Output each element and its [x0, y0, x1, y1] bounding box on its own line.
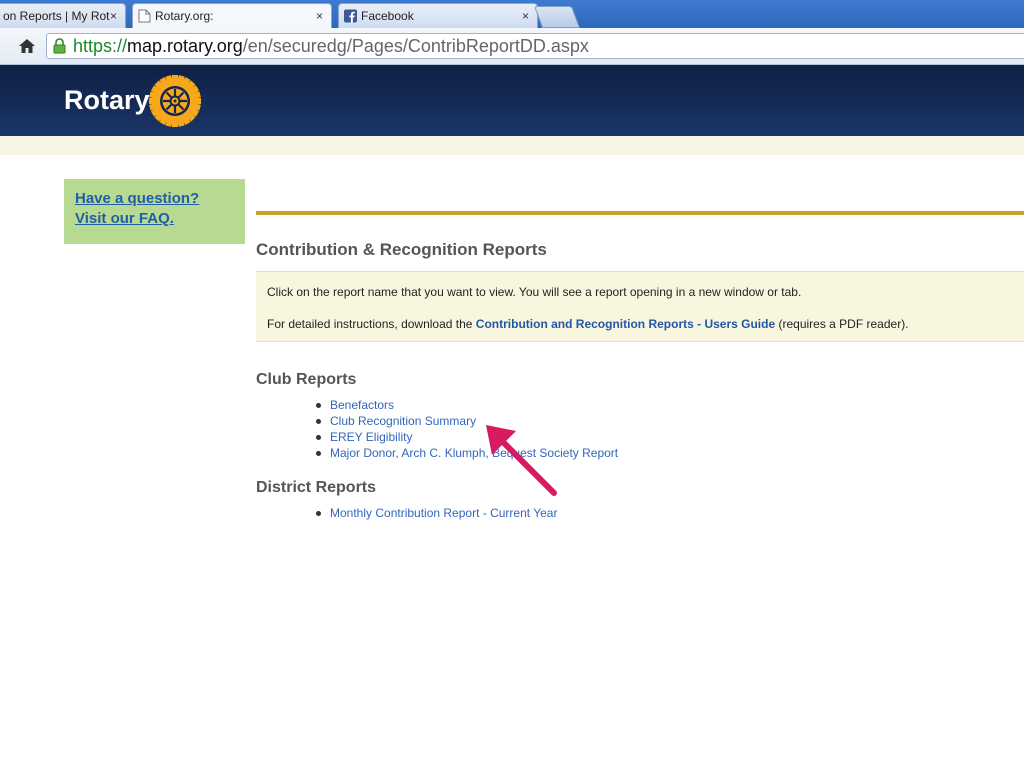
facebook-icon — [344, 9, 357, 23]
erey-eligibility-link[interactable]: EREY Eligibility — [330, 430, 412, 444]
tab-close-icon[interactable]: × — [522, 4, 529, 28]
url-scheme: https:// — [73, 36, 128, 56]
url-text: https://map.rotary.org/en/securedg/Pages… — [73, 35, 589, 57]
page-icon — [138, 9, 151, 23]
major-donor-report-link[interactable]: Major Donor, Arch C. Klumph, Bequest Soc… — [330, 446, 618, 460]
rotary-wheel-icon[interactable] — [149, 75, 201, 127]
lock-icon — [53, 38, 66, 54]
page-title: Contribution & Recognition Reports — [256, 240, 547, 259]
tab-reports[interactable]: on Reports | My Rot × — [0, 3, 126, 28]
list-item: Benefactors — [314, 397, 618, 413]
tab-close-icon[interactable]: × — [316, 4, 323, 28]
district-reports-title: District Reports — [256, 479, 377, 496]
users-guide-link[interactable]: Contribution and Recognition Reports - U… — [476, 317, 775, 331]
url-host: map.rotary.org — [127, 36, 243, 56]
browser-tab-strip: on Reports | My Rot × Rotary.org: × Face… — [0, 0, 1024, 29]
benefactors-link[interactable]: Benefactors — [330, 398, 394, 412]
tab-rotary-label: Rotary.org: — [155, 9, 214, 23]
new-tab-button[interactable] — [533, 6, 581, 28]
list-item: EREY Eligibility — [314, 429, 618, 445]
gold-divider — [256, 211, 1024, 215]
faq-question-link[interactable]: Have a question? — [75, 190, 199, 207]
club-reports-list: Benefactors Club Recognition Summary ERE… — [314, 397, 618, 461]
club-reports-title: Club Reports — [256, 371, 357, 388]
tab-close-icon[interactable]: × — [110, 4, 117, 28]
browser-toolbar: https://map.rotary.org/en/securedg/Pages… — [0, 28, 1024, 65]
annotation-arrow-icon — [486, 425, 557, 496]
district-reports-list: Monthly Contribution Report - Current Ye… — [314, 505, 557, 521]
instructions-line-2: For detailed instructions, download the … — [267, 317, 909, 331]
tab-facebook-label: Facebook — [361, 9, 414, 23]
rotary-logo-text[interactable]: Rotary — [64, 85, 150, 116]
address-bar[interactable]: https://map.rotary.org/en/securedg/Pages… — [46, 33, 1024, 59]
tab-facebook[interactable]: Facebook × — [338, 3, 538, 28]
club-recognition-summary-link[interactable]: Club Recognition Summary — [330, 414, 476, 428]
list-item: Monthly Contribution Report - Current Ye… — [314, 505, 557, 521]
faq-visit-link[interactable]: Visit our FAQ. — [75, 210, 174, 227]
home-icon[interactable] — [18, 37, 36, 55]
instructions-line-1: Click on the report name that you want t… — [267, 285, 802, 299]
faq-box: Have a question? Visit our FAQ. — [64, 179, 245, 244]
instructions-suffix: (requires a PDF reader). — [775, 317, 909, 331]
monthly-contribution-report-link[interactable]: Monthly Contribution Report - Current Ye… — [330, 506, 557, 520]
instructions-box: Click on the report name that you want t… — [256, 271, 1024, 342]
tab-reports-label: on Reports | My Rot — [3, 9, 110, 23]
header-cream-bar — [0, 136, 1024, 155]
list-item: Major Donor, Arch C. Klumph, Bequest Soc… — [314, 445, 618, 461]
list-item: Club Recognition Summary — [314, 413, 618, 429]
url-path: /en/securedg/Pages/ContribReportDD.aspx — [242, 36, 589, 56]
tab-rotary[interactable]: Rotary.org: × — [132, 3, 332, 29]
instructions-prefix: For detailed instructions, download the — [267, 317, 476, 331]
